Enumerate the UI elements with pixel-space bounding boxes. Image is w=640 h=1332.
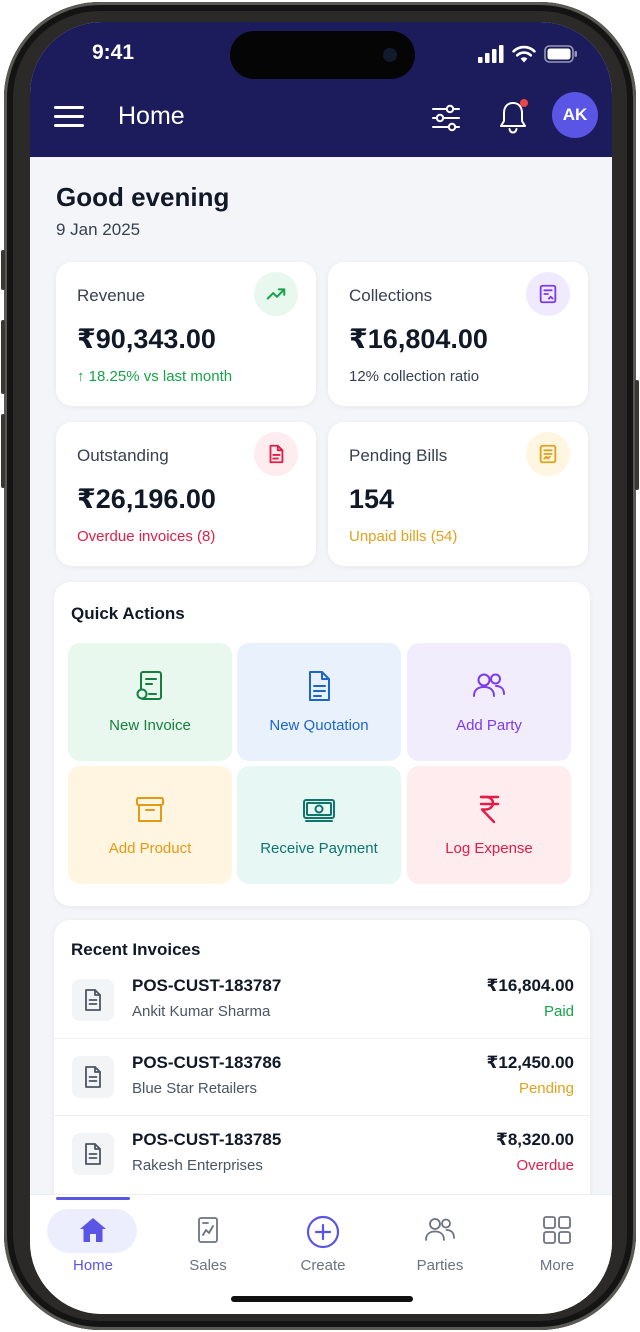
revenue-card[interactable]: Revenue ₹90,343.00 ↑ 18.25% vs last mont… [56, 262, 316, 406]
plus-circle-icon [275, 1215, 371, 1249]
nav-home[interactable]: Home [45, 1205, 141, 1275]
invoice-number: POS-CUST-183787 [132, 976, 282, 995]
action-label: Receive Payment [260, 840, 378, 857]
notification-badge [520, 99, 528, 107]
invoice-row[interactable]: POS-CUST-183785 Rakesh Enterprises ₹8,32… [54, 1116, 590, 1193]
nav-label: Parties [416, 1257, 464, 1274]
filter-icon[interactable] [428, 100, 464, 136]
grid-icon [509, 1215, 605, 1247]
receive-payment-button[interactable]: Receive Payment [237, 766, 401, 884]
section-title: Recent Invoices [71, 940, 201, 959]
greeting-text: Good evening [56, 182, 230, 212]
invoice-amount: ₹16,804.00 [486, 976, 574, 995]
nav-label: Create [300, 1257, 346, 1274]
stat-subtext: Unpaid bills (54) [349, 528, 458, 545]
nav-label: More [539, 1257, 575, 1274]
rupee-icon [407, 792, 571, 826]
battery-icon [544, 45, 577, 63]
section-title: Quick Actions [71, 604, 185, 623]
stat-value: ₹90,343.00 [77, 324, 216, 354]
stat-label: Collections [349, 286, 433, 305]
active-tab-indicator [56, 1197, 130, 1200]
new-quotation-button[interactable]: New Quotation [237, 643, 401, 761]
log-expense-button[interactable]: Log Expense [407, 766, 571, 884]
invoice-party: Rakesh Enterprises [132, 1157, 263, 1174]
document-icon [72, 979, 114, 1021]
stat-subtext: 12% collection ratio [349, 368, 480, 385]
nav-create[interactable]: Create [275, 1205, 371, 1275]
action-label: Log Expense [445, 840, 533, 857]
trending-up-icon [254, 272, 298, 316]
collections-card[interactable]: Collections ₹16,804.00 12% collection ra… [328, 262, 588, 406]
recent-invoices-card: Recent Invoices POS-CUST-183787 Ankit Ku… [54, 920, 590, 1220]
nav-sales[interactable]: Sales [160, 1205, 256, 1275]
document-alert-icon [254, 432, 298, 476]
invoice-row[interactable]: POS-CUST-183787 Ankit Kumar Sharma ₹16,8… [54, 962, 590, 1039]
status-icons [478, 44, 578, 64]
users-icon [407, 669, 571, 703]
stat-label: Pending Bills [349, 446, 448, 465]
action-label: New Quotation [269, 717, 369, 734]
home-icon [45, 1215, 141, 1247]
stat-value: 154 [349, 484, 395, 514]
invoice-number: POS-CUST-183785 [132, 1130, 282, 1149]
greeting-date: 9 Jan 2025 [56, 220, 141, 239]
stat-label: Outstanding [77, 446, 169, 465]
pending-bills-card[interactable]: Pending Bills 154 Unpaid bills (54) [328, 422, 588, 566]
document-icon [72, 1056, 114, 1098]
stat-value: ₹26,196.00 [77, 484, 216, 514]
bill-icon [526, 432, 570, 476]
receipt-icon [526, 272, 570, 316]
nav-more[interactable]: More [509, 1205, 605, 1275]
invoice-party: Blue Star Retailers [132, 1080, 258, 1097]
camera-icon [383, 48, 397, 62]
invoice-status: Pending [518, 1080, 574, 1097]
notification-bell-icon[interactable] [496, 98, 530, 136]
users-icon [392, 1215, 488, 1247]
stat-subtext: Overdue invoices (8) [77, 528, 216, 545]
nav-parties[interactable]: Parties [392, 1205, 488, 1275]
stat-label: Revenue [77, 286, 146, 305]
page-title: Home [118, 102, 185, 130]
document-icon [237, 669, 401, 703]
stat-value: ₹16,804.00 [349, 324, 488, 354]
volume-down-button [1, 414, 5, 488]
invoice-status: Overdue [516, 1157, 574, 1174]
status-time: 9:41 [92, 41, 135, 64]
menu-icon[interactable] [54, 106, 84, 130]
nav-label: Sales [189, 1257, 227, 1274]
sales-receipt-icon [160, 1215, 256, 1247]
invoice-party: Ankit Kumar Sharma [132, 1003, 271, 1020]
action-button [1, 250, 5, 290]
invoice-row[interactable]: POS-CUST-183786 Blue Star Retailers ₹12,… [54, 1039, 590, 1116]
new-invoice-button[interactable]: New Invoice [68, 643, 232, 761]
quick-actions-card: Quick Actions New Invoice New Quotation [54, 582, 590, 906]
outstanding-card[interactable]: Outstanding ₹26,196.00 Overdue invoices … [56, 422, 316, 566]
invoice-status: Paid [543, 1003, 574, 1020]
app-screen: 9:41 Home AK Good evening 9 Jan 2025 Rev… [30, 22, 612, 1314]
dynamic-island [230, 31, 415, 79]
action-label: Add Party [456, 717, 522, 734]
action-label: New Invoice [109, 717, 191, 734]
power-button [635, 380, 639, 490]
volume-up-button [1, 320, 5, 394]
archive-box-icon [68, 792, 232, 826]
home-indicator [231, 1296, 413, 1302]
action-label: Add Product [108, 840, 192, 857]
add-product-button[interactable]: Add Product [68, 766, 232, 884]
wifi-icon [512, 45, 536, 63]
banknote-icon [237, 792, 401, 826]
invoice-amount: ₹8,320.00 [495, 1130, 574, 1149]
add-party-button[interactable]: Add Party [407, 643, 571, 761]
invoice-amount: ₹12,450.00 [486, 1053, 574, 1072]
app-header: 9:41 Home AK [30, 22, 612, 157]
cellular-signal-icon [478, 45, 504, 63]
avatar[interactable]: AK [552, 92, 598, 138]
stat-subtext: ↑ 18.25% vs last month [77, 368, 233, 385]
nav-label: Home [72, 1257, 113, 1274]
invoice-number: POS-CUST-183786 [132, 1053, 282, 1072]
invoice-icon [68, 669, 232, 703]
document-icon [72, 1133, 114, 1175]
